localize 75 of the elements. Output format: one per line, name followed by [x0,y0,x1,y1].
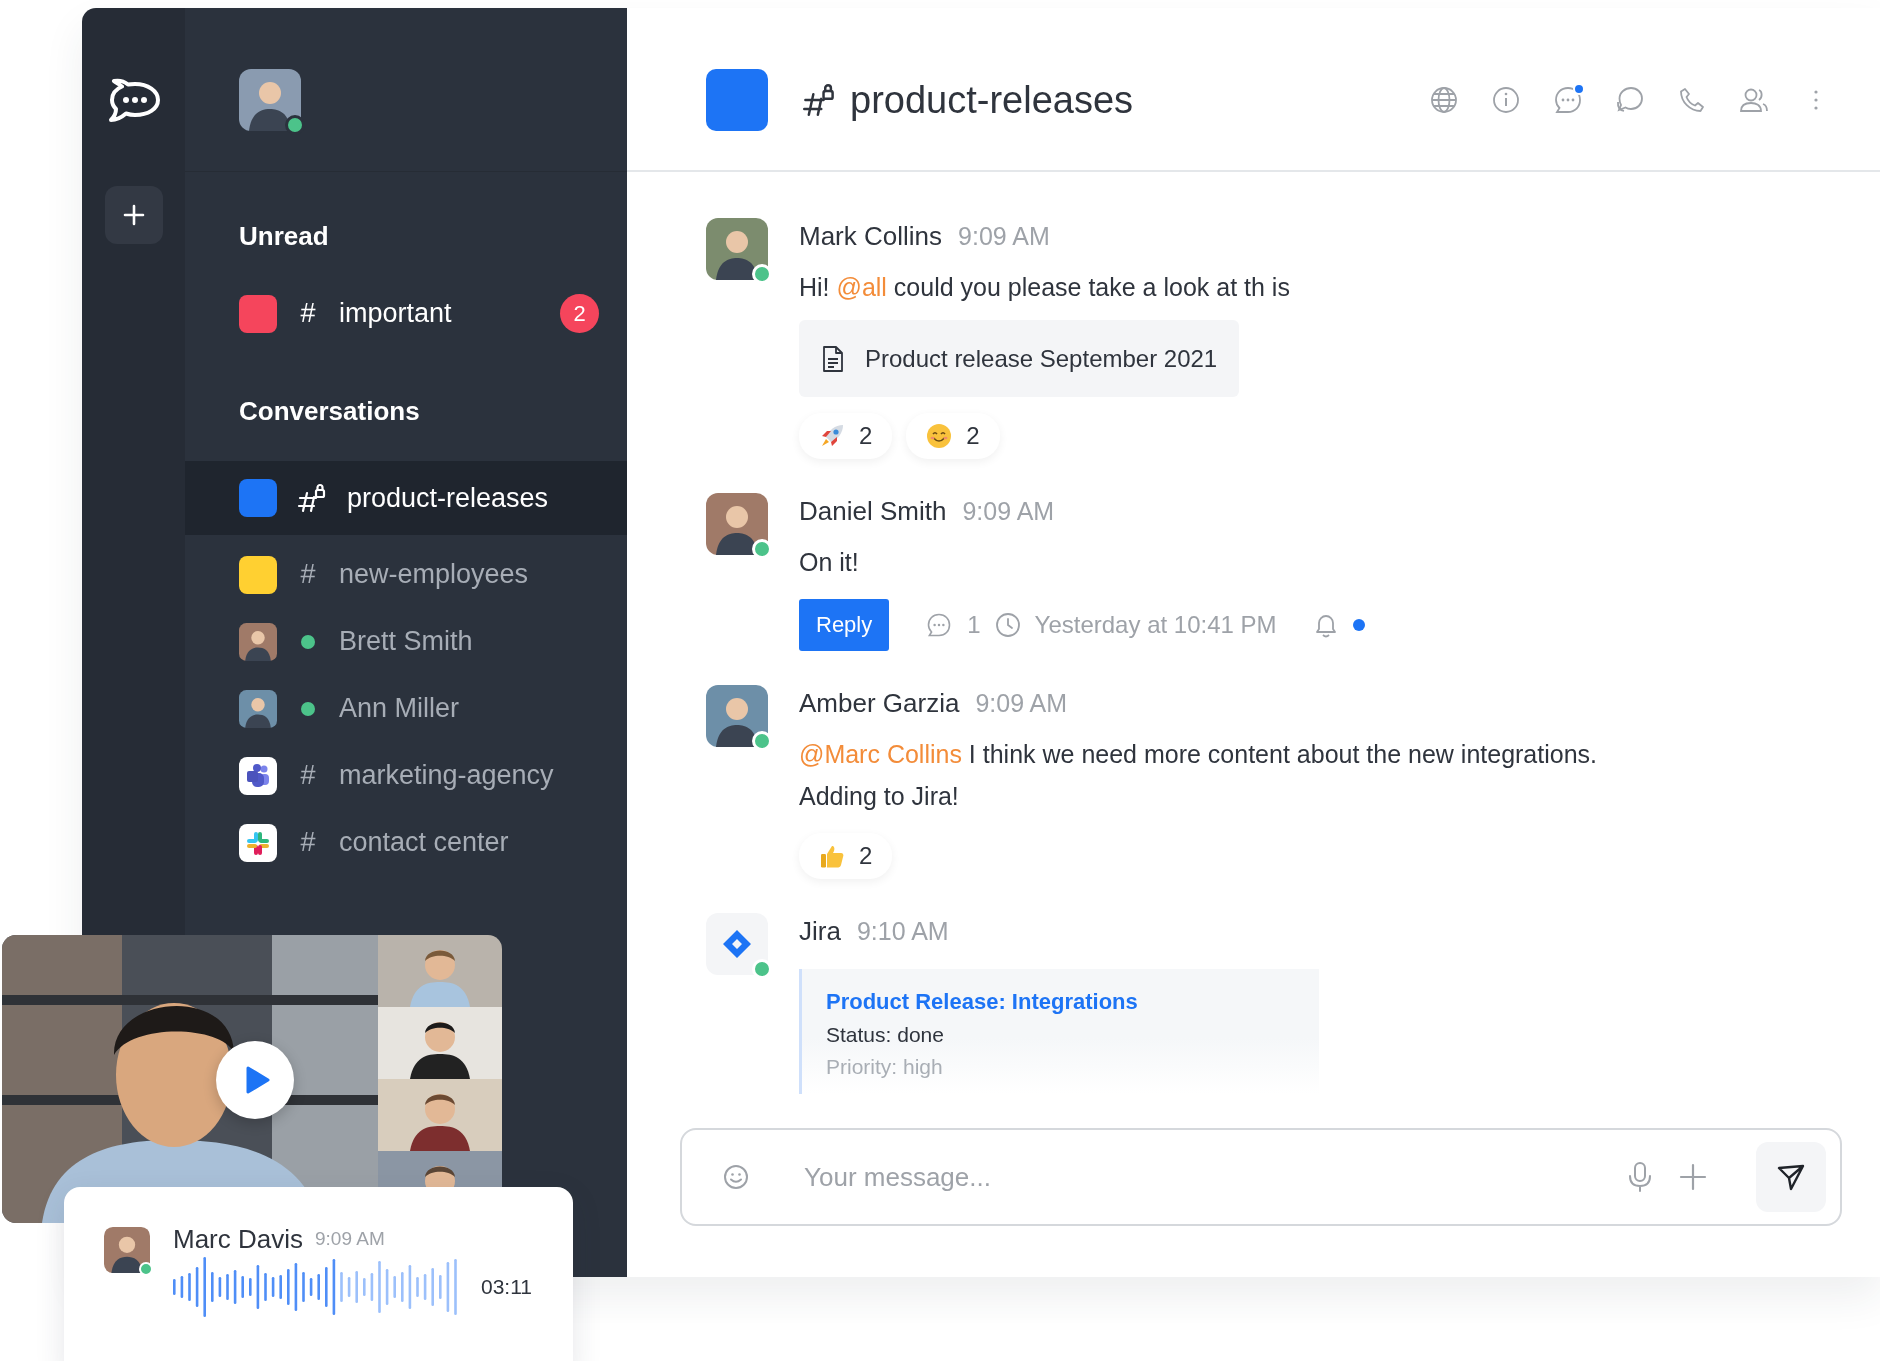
channel-name: important [339,298,453,329]
microphone-icon[interactable] [1626,1161,1654,1193]
file-name: Product release September 2021 [865,344,1218,373]
card-title-link[interactable]: Product Release: Integrations [826,987,1138,1017]
sidebar-item[interactable]: Brett Smith [185,608,627,675]
chat-dots-icon[interactable] [1552,84,1584,116]
author-name: Mark Collins [799,220,943,253]
message-time: 9:09 AM [315,1227,385,1251]
author-name: Amber Garzia [799,687,960,720]
hash-symbol: # [299,559,317,590]
audio-duration: 03:11 [481,1275,532,1299]
hash-symbol: # [299,760,317,791]
section-title: Unread [238,220,330,253]
sidebar-item[interactable]: # contact center [185,809,627,876]
message-text: Hi! @all could you please take a look at th is [799,272,1291,303]
pinwheel-icon [239,823,277,862]
card-field: Priority: high [826,1052,1295,1082]
author-name: Daniel Smith [799,495,947,528]
clock-icon [994,612,1021,638]
file-attachment[interactable]: Product release September 2021 [799,320,1240,397]
document-icon [821,344,845,373]
private-channel-icon [297,483,327,513]
thumbs-up-icon [819,843,845,869]
channel-title: product-releases [850,78,1134,122]
team-app-icon [239,756,277,795]
send-button[interactable] [1756,1142,1826,1212]
card-field: Status: done [826,1017,1295,1052]
reply-button[interactable]: Reply [799,599,890,651]
reaction-chip[interactable]: 2 [799,833,893,879]
last-reply-time: Yesterday at 10:41 PM [1034,611,1277,639]
channel-name: Ann Miller [339,693,461,724]
avatar [706,493,768,555]
channel-name: product-releases [347,482,550,514]
hash-symbol: # [299,298,317,329]
info-icon[interactable] [1490,84,1522,116]
sidebar-item[interactable]: product-releases [185,461,627,535]
channel-name: contact center [339,827,510,858]
chat-logo-icon[interactable] [107,78,160,124]
author-name: Marc Davis [173,1227,303,1251]
reaction-chip[interactable]: 2 [906,413,1000,459]
message-text: On it! [799,547,860,578]
reply-count: 1 [967,611,981,639]
section-title: Conversations [238,395,421,428]
smile-icon [926,423,953,449]
diamond-icon [722,929,752,959]
channel-name: Brett Smith [339,626,474,657]
avatar [706,685,768,747]
plus-icon[interactable] [1678,1162,1708,1192]
avatar [239,68,301,131]
message-text: @Marc Collins I think we need more content about the new integrations. Adding to Jira! [799,739,1599,812]
avatar [706,218,768,280]
sidebar-item[interactable]: # new-employees [185,541,627,608]
waveform-drawing[interactable] [173,1257,459,1317]
send-icon [1776,1162,1806,1192]
avatar [239,689,277,728]
channel-name: marketing-agency [339,760,555,791]
new-button[interactable] [104,186,163,244]
message-time: 9:09 AM [958,221,1050,252]
avatar [239,622,277,661]
rocket-icon [819,423,845,449]
sidebar-item[interactable]: # important 2 [185,280,627,347]
unread-badge: 2 [560,294,599,333]
globe-icon[interactable] [1428,84,1460,116]
avatar [104,1227,150,1273]
plus-icon [122,204,145,226]
sidebar-item[interactable]: # marketing-agency [185,742,627,809]
sidebar-item[interactable]: Ann Miller [185,675,627,742]
author-name: Jira [799,915,841,948]
hash-symbol: # [299,827,317,858]
reaction-chip[interactable]: 2 [799,413,893,459]
message-time: 9:09 AM [975,688,1068,719]
emoji-icon[interactable] [722,1163,750,1191]
message-time: 9:10 AM [856,916,949,947]
message-time: 9:09 AM [962,496,1055,527]
channel-name: new-employees [339,559,530,590]
